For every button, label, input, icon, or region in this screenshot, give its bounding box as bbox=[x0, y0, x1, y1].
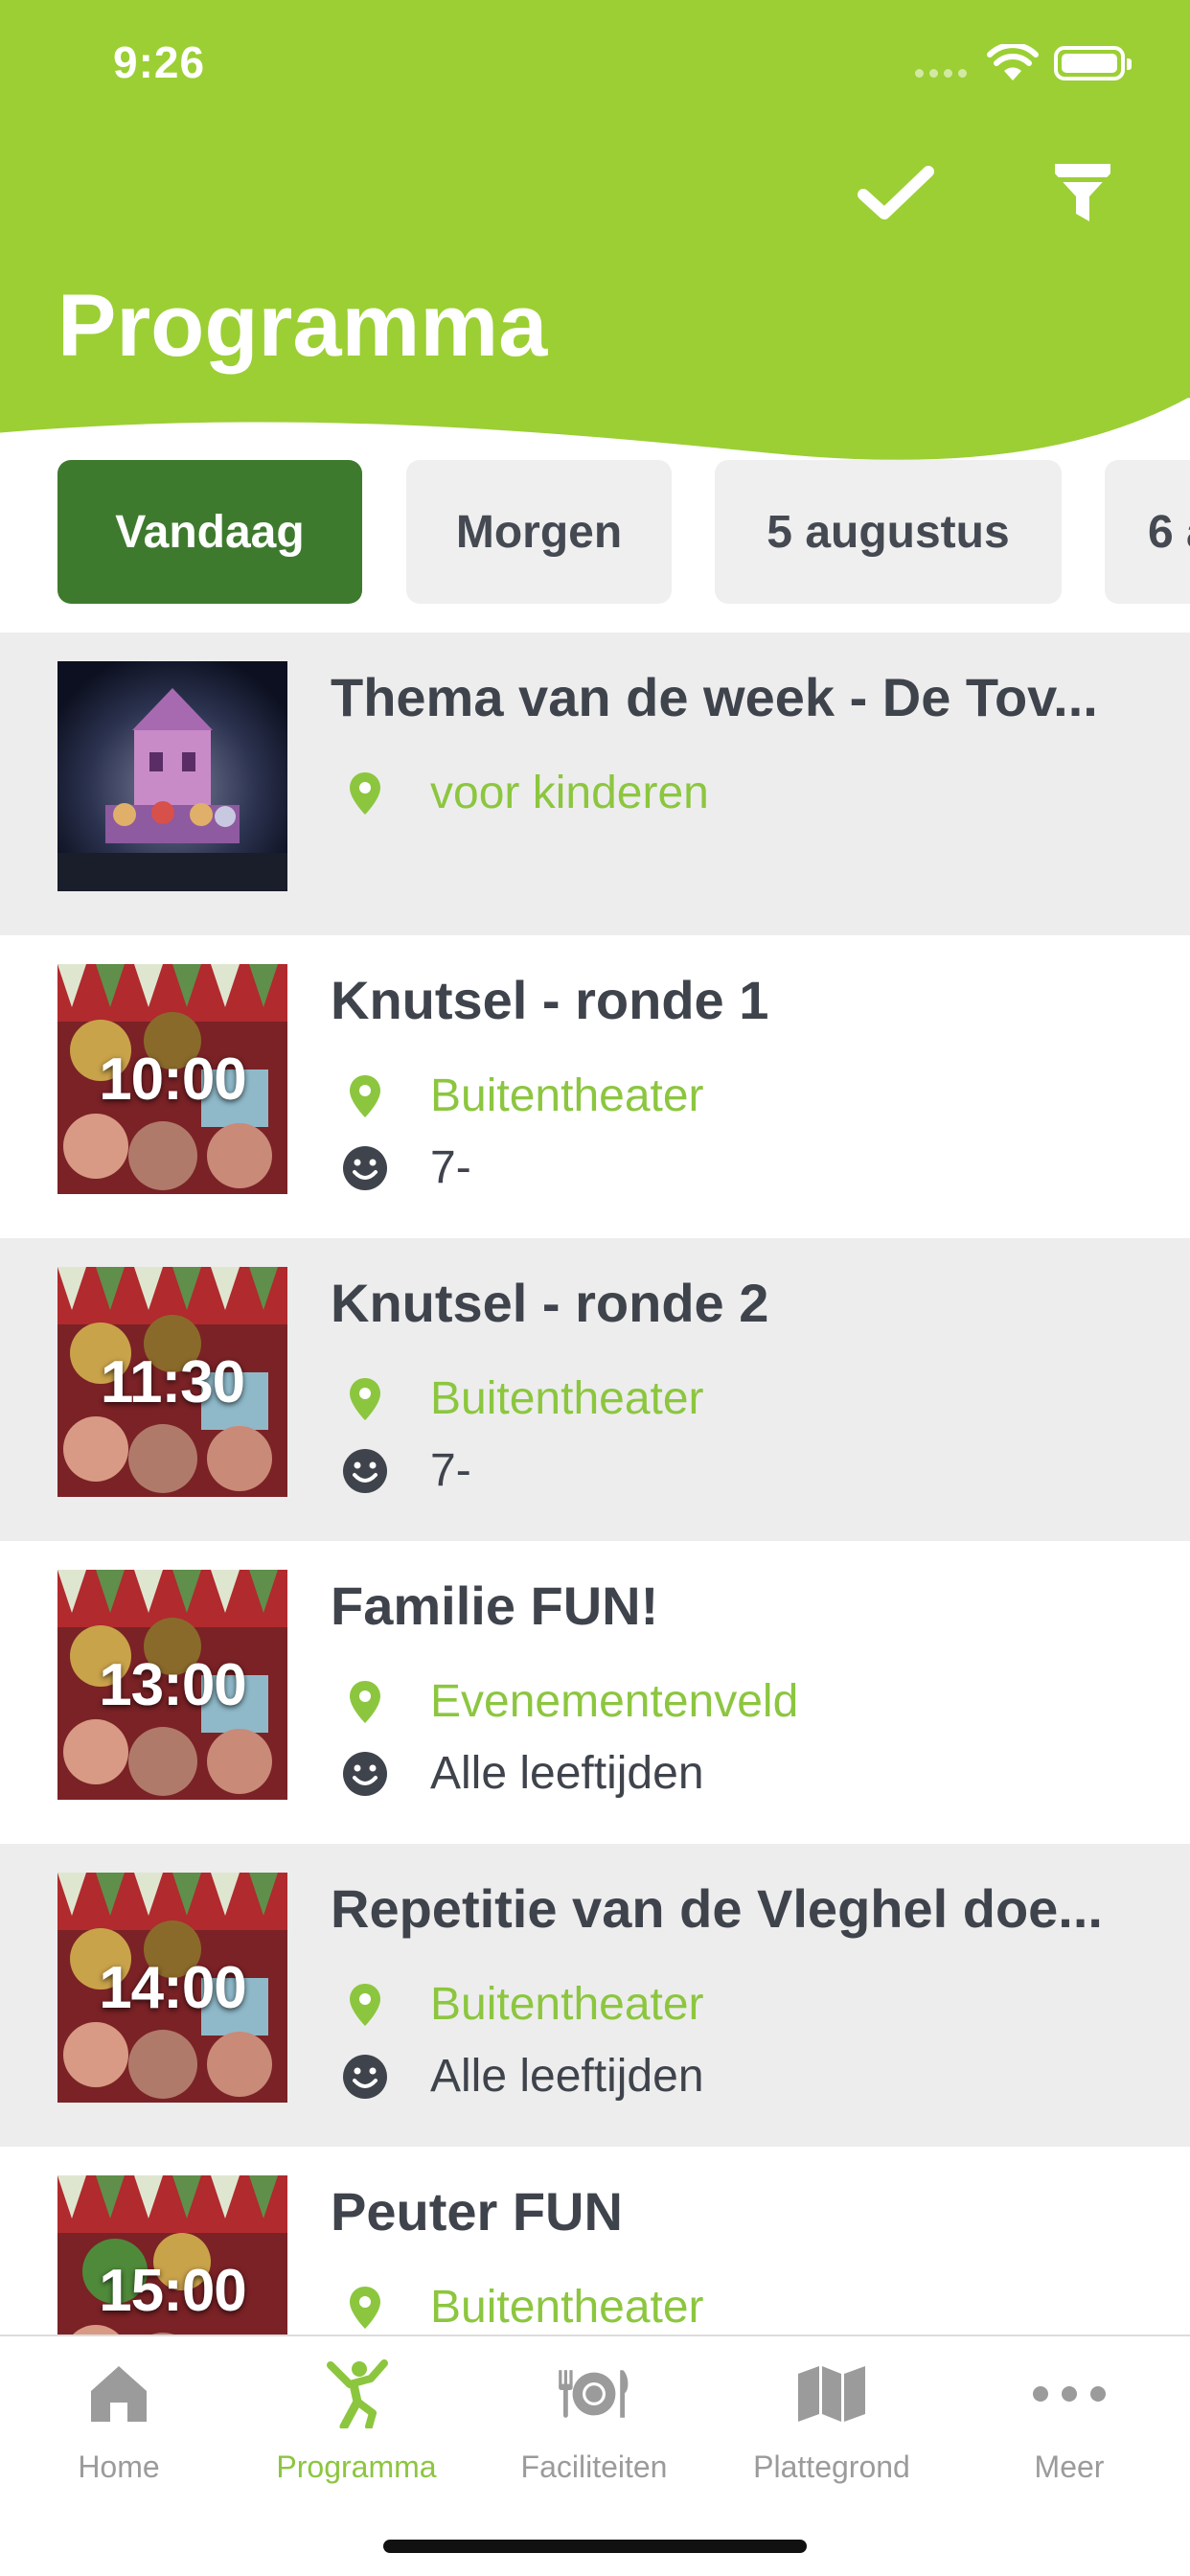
event-age-label: Alle leeftijden bbox=[430, 2051, 704, 2102]
nav-meer-label: Meer bbox=[1034, 2450, 1105, 2484]
event-row[interactable]: 15:00 Peuter FUN Buitentheater bbox=[0, 2147, 1190, 2336]
event-row[interactable]: 11:30 Knutsel - ronde 2 Buitentheater 7- bbox=[0, 1238, 1190, 1541]
event-thumbnail: 11:30 bbox=[57, 1267, 287, 1497]
event-age: 7- bbox=[340, 1444, 471, 1497]
event-location-label: Buitentheater bbox=[430, 1070, 704, 1121]
tab-vandaag[interactable]: Vandaag bbox=[57, 460, 362, 604]
event-time: 13:00 bbox=[99, 1651, 247, 1718]
event-title: Thema van de week - De Tov... bbox=[331, 667, 1098, 727]
date-tab-bar: Vandaag Morgen 5 augustus 6 a bbox=[0, 458, 1190, 604]
event-location: Buitentheater bbox=[340, 1372, 704, 1425]
event-title: Knutsel - ronde 2 bbox=[331, 1273, 769, 1333]
event-time: 10:00 bbox=[99, 1046, 247, 1113]
event-title: Peuter FUN bbox=[331, 2181, 623, 2242]
tab-5-augustus[interactable]: 5 augustus bbox=[715, 460, 1062, 604]
event-location: Buitentheater bbox=[340, 1070, 704, 1122]
nav-meer[interactable]: Meer bbox=[950, 2356, 1188, 2509]
event-location: Buitentheater bbox=[340, 1978, 704, 2031]
event-age-label: 7- bbox=[430, 1445, 471, 1496]
page-title: Programma bbox=[57, 277, 548, 375]
event-row[interactable]: 13:00 Familie FUN! Evenementenveld Alle … bbox=[0, 1541, 1190, 1844]
more-dots-icon bbox=[1033, 2386, 1106, 2402]
status-bar-time: 9:26 bbox=[113, 37, 206, 87]
cellular-signal-icon bbox=[915, 69, 967, 78]
nav-programma-label: Programma bbox=[276, 2450, 437, 2484]
map-pin-icon bbox=[350, 771, 380, 815]
funnel-icon bbox=[1055, 164, 1110, 221]
event-location-label: Evenementenveld bbox=[430, 1676, 799, 1727]
event-time: 14:00 bbox=[99, 1954, 247, 2021]
event-title: Knutsel - ronde 1 bbox=[331, 970, 769, 1030]
event-age: Alle leeftijden bbox=[340, 2050, 704, 2103]
smiley-icon bbox=[343, 1751, 387, 1796]
smiley-icon bbox=[343, 2054, 387, 2099]
map-icon bbox=[798, 2366, 865, 2422]
event-row[interactable]: 14:00 Repetitie van de Vleghel doe... Bu… bbox=[0, 1844, 1190, 2147]
nav-home[interactable]: Home bbox=[0, 2356, 238, 2509]
event-age-label: Alle leeftijden bbox=[430, 1748, 704, 1799]
nav-plattegrond-label: Plattegrond bbox=[753, 2450, 910, 2484]
dancer-icon bbox=[327, 2359, 388, 2428]
wifi-icon bbox=[987, 44, 1039, 80]
nav-programma[interactable]: Programma bbox=[238, 2356, 475, 2509]
map-pin-icon bbox=[350, 1074, 380, 1117]
plate-cutlery-icon bbox=[559, 2370, 629, 2418]
event-title: Repetitie van de Vleghel doe... bbox=[331, 1878, 1103, 1939]
smiley-icon bbox=[343, 1145, 387, 1190]
event-time: 15:00 bbox=[99, 2257, 247, 2324]
event-thumbnail: 13:00 bbox=[57, 1570, 287, 1800]
map-pin-icon bbox=[350, 2286, 380, 2329]
event-thumbnail: 14:00 bbox=[57, 1873, 287, 2103]
smiley-icon bbox=[343, 1448, 387, 1493]
header: 9:26 Programma bbox=[0, 0, 1190, 479]
event-location-label: voor kinderen bbox=[430, 768, 709, 818]
nav-plattegrond[interactable]: Plattegrond bbox=[713, 2356, 950, 2509]
nav-home-label: Home bbox=[78, 2450, 160, 2484]
filter-button[interactable] bbox=[1040, 150, 1126, 236]
event-age: 7- bbox=[340, 1141, 471, 1194]
event-location-label: Buitentheater bbox=[430, 1979, 704, 2030]
event-time: 11:30 bbox=[100, 1348, 245, 1415]
event-age: Alle leeftijden bbox=[340, 1747, 704, 1800]
battery-icon bbox=[1054, 46, 1132, 80]
event-title: Familie FUN! bbox=[331, 1576, 659, 1636]
event-location-label: Buitentheater bbox=[430, 2282, 704, 2333]
event-row[interactable]: Thema van de week - De Tov... voor kinde… bbox=[0, 632, 1190, 935]
event-row[interactable]: 10:00 Knutsel - ronde 1 Buitentheater 7- bbox=[0, 935, 1190, 1238]
map-pin-icon bbox=[350, 1680, 380, 1723]
checkmark-icon bbox=[858, 166, 934, 219]
event-age-label: 7- bbox=[430, 1142, 471, 1193]
tab-morgen[interactable]: Morgen bbox=[406, 460, 672, 604]
event-location: voor kinderen bbox=[340, 767, 709, 819]
event-list: Thema van de week - De Tov... voor kinde… bbox=[0, 632, 1190, 2336]
event-thumbnail: 15:00 bbox=[57, 2175, 287, 2336]
home-indicator[interactable] bbox=[383, 2540, 807, 2553]
event-location-label: Buitentheater bbox=[430, 1373, 704, 1424]
nav-faciliteiten[interactable]: Faciliteiten bbox=[475, 2356, 713, 2509]
house-icon bbox=[91, 2366, 147, 2422]
event-thumbnail bbox=[57, 661, 287, 891]
event-location: Evenementenveld bbox=[340, 1675, 798, 1728]
select-all-button[interactable] bbox=[853, 150, 939, 236]
event-location: Buitentheater bbox=[340, 2281, 704, 2334]
nav-faciliteiten-label: Faciliteiten bbox=[520, 2450, 668, 2484]
map-pin-icon bbox=[350, 1983, 380, 2026]
event-thumbnail: 10:00 bbox=[57, 964, 287, 1194]
tab-6-augustus[interactable]: 6 a bbox=[1105, 460, 1190, 604]
map-pin-icon bbox=[350, 1377, 380, 1420]
